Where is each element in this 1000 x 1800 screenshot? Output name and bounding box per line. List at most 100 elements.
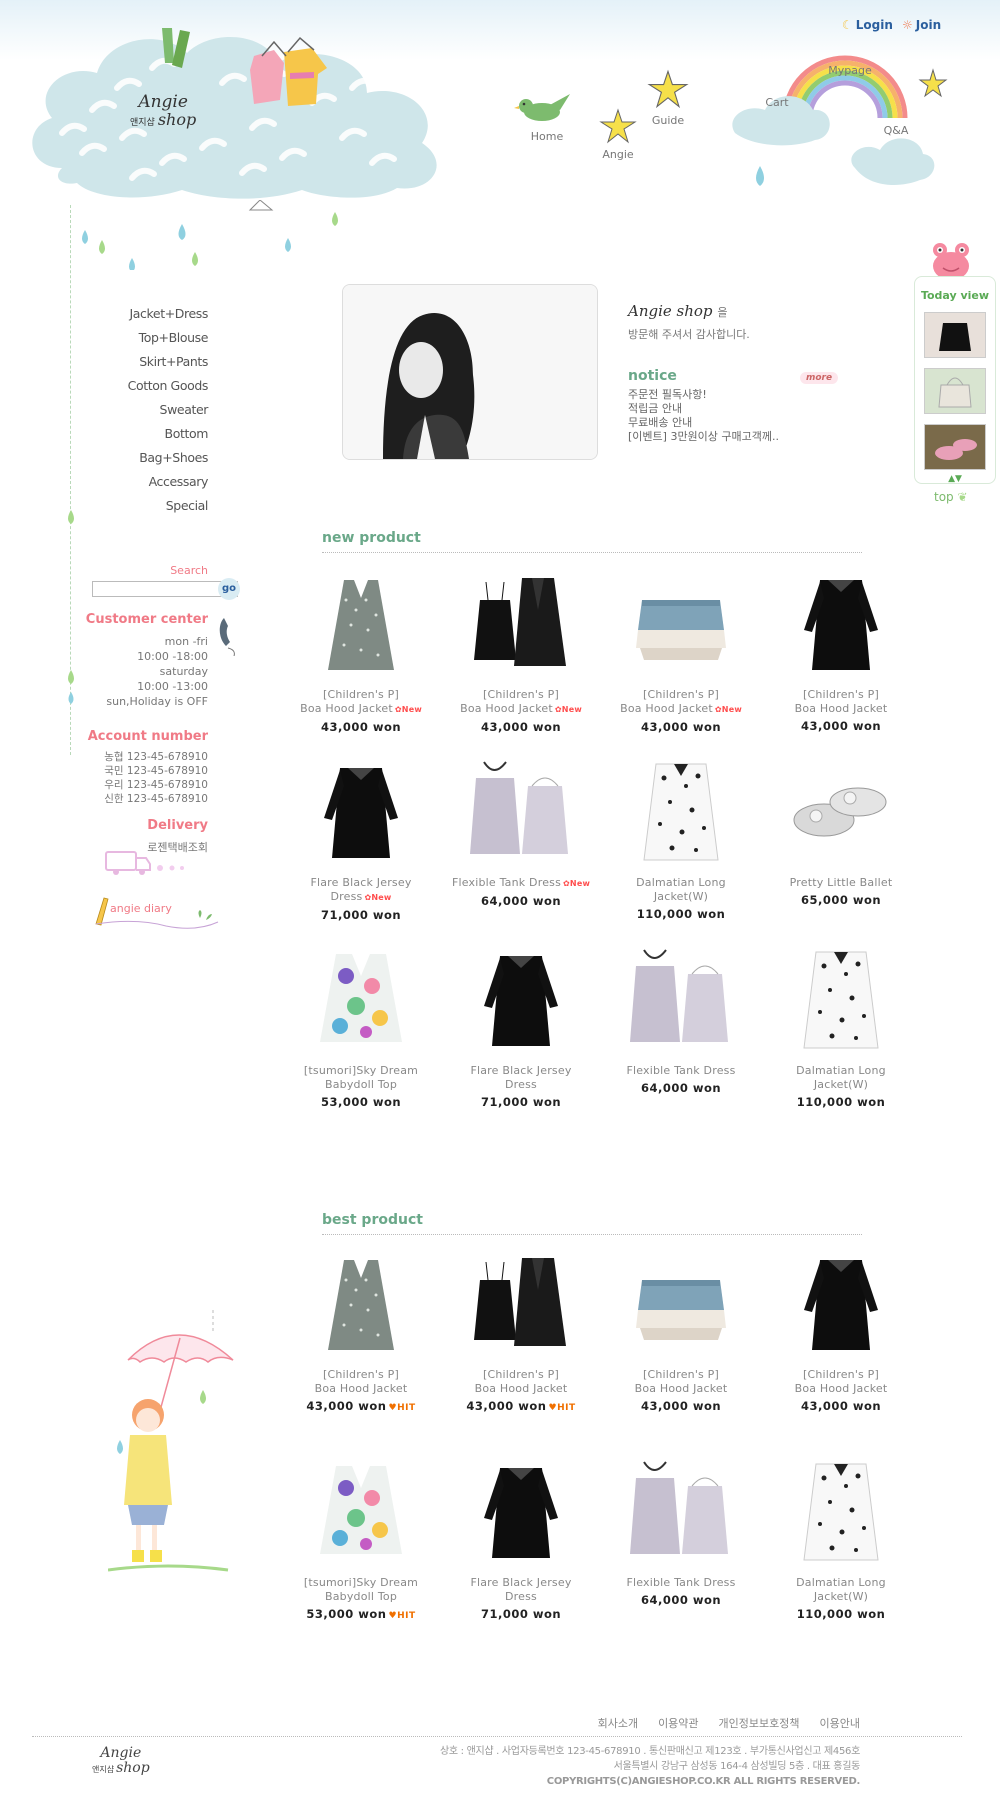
today-view-thumb[interactable] — [924, 312, 986, 358]
product-image[interactable] — [306, 1250, 416, 1360]
product-card[interactable]: [Children's P] Boa Hood Jacket 43,000 won — [762, 1250, 920, 1413]
nav-cart[interactable]: Cart — [757, 96, 797, 109]
product-name[interactable]: [Children's P] Boa Hood Jacket — [282, 1368, 440, 1396]
product-price-value: 110,000 won — [796, 1095, 886, 1109]
category-bag-shoes[interactable]: Bag+Shoes — [80, 446, 208, 470]
product-name[interactable]: [Children's P] Boa Hood Jacket — [602, 1368, 760, 1396]
product-image[interactable] — [306, 758, 416, 868]
product-image[interactable] — [466, 1250, 576, 1360]
notice-item[interactable]: 주문전 필독사항! — [628, 388, 779, 402]
product-image[interactable] — [786, 1458, 896, 1568]
new-badge: ✿New — [563, 879, 591, 888]
product-card[interactable]: [Children's P] Boa Hood Jacket 43,000 won ♥… — [442, 1250, 600, 1413]
product-name[interactable]: [tsumori]Sky Dream Babydoll Top — [282, 1064, 440, 1092]
product-image[interactable] — [786, 946, 896, 1056]
notice-more-button[interactable]: more — [800, 372, 839, 384]
today-view-scroll-arrows[interactable]: ▲▼ — [915, 474, 995, 484]
product-image[interactable] — [786, 758, 896, 868]
product-name[interactable]: Dalmatian Long Jacket(W) — [762, 1576, 920, 1604]
category-special[interactable]: Special — [80, 494, 209, 518]
product-card[interactable]: [Children's P] Boa Hood Jacket 43,000 won ♥… — [282, 1250, 440, 1413]
category-bottom[interactable]: Bottom — [80, 422, 209, 446]
product-image[interactable] — [306, 1458, 416, 1568]
product-image[interactable] — [626, 946, 736, 1056]
product-price: 64,000 won — [602, 1081, 760, 1095]
product-image[interactable] — [626, 1458, 736, 1568]
product-image[interactable] — [626, 1250, 736, 1360]
product-card[interactable]: Flexible Tank Dress ✿New 64,000 won — [442, 758, 600, 908]
product-image[interactable] — [626, 758, 736, 868]
search-go-button[interactable]: go — [218, 578, 240, 600]
product-name[interactable]: [Children's P] Boa Hood Jacket — [762, 688, 920, 716]
today-view-thumb[interactable] — [924, 424, 986, 470]
product-card[interactable]: Flare Black Jersey Dress ✿New 71,000 won — [282, 758, 440, 922]
product-image[interactable] — [786, 570, 896, 680]
category-skirt-pants[interactable]: Skirt+Pants — [80, 350, 208, 374]
nav-qna[interactable]: Q&A — [876, 124, 916, 137]
product-image[interactable] — [626, 570, 736, 680]
product-name[interactable]: [Children's P] Boa Hood Jacket ✿New — [442, 688, 600, 717]
search-input[interactable] — [92, 581, 238, 597]
product-name[interactable]: [tsumori]Sky Dream Babydoll Top — [282, 1576, 440, 1604]
product-name[interactable]: Dalmatian Long Jacket(W) — [602, 876, 760, 904]
product-image[interactable] — [306, 570, 416, 680]
product-card[interactable]: Flexible Tank Dress 64,000 won — [602, 1458, 760, 1607]
nav-home[interactable]: Home — [512, 92, 582, 143]
product-card[interactable]: Flare Black Jersey Dress 71,000 won — [442, 1458, 600, 1621]
nav-angie[interactable]: Angie — [598, 108, 638, 161]
product-card[interactable]: [Children's P] Boa Hood Jacket ✿New 43,000 … — [602, 570, 760, 734]
back-to-top-link[interactable]: top ❦ — [934, 490, 968, 504]
product-name[interactable]: [Children's P] Boa Hood Jacket — [442, 1368, 600, 1396]
product-card[interactable]: Flexible Tank Dress 64,000 won — [602, 946, 760, 1095]
product-name[interactable]: Flexible Tank Dress ✿New — [442, 876, 600, 891]
product-card[interactable]: [Children's P] Boa Hood Jacket ✿New 43,000 … — [442, 570, 600, 734]
nav-mypage[interactable]: Mypage — [820, 64, 880, 77]
notice-item[interactable]: [이벤트] 3만원이상 구매고객께.. — [628, 430, 779, 444]
angie-diary-link[interactable]: angie diary — [92, 890, 222, 930]
nav-guide[interactable]: Guide — [646, 68, 690, 127]
product-name[interactable]: Flexible Tank Dress — [602, 1576, 760, 1590]
product-card[interactable]: [Children's P] Boa Hood Jacket 43,000 won — [762, 570, 920, 733]
footer-link-privacy[interactable]: 개인정보보호정책 — [719, 1715, 800, 1731]
category-top-blouse[interactable]: Top+Blouse — [80, 326, 209, 350]
product-image[interactable] — [466, 570, 576, 680]
product-image[interactable] — [466, 758, 576, 868]
product-card[interactable]: [Children's P] Boa Hood Jacket ✿New 43,000 … — [282, 570, 440, 734]
notice-item[interactable]: 적립금 안내 — [628, 402, 779, 416]
product-card[interactable]: [tsumori]Sky Dream Babydoll Top 53,000 won… — [282, 1458, 440, 1621]
footer-link-company[interactable]: 회사소개 — [598, 1715, 638, 1731]
product-card[interactable]: [tsumori]Sky Dream Babydoll Top 53,000 won — [282, 946, 440, 1109]
product-card[interactable]: Dalmatian Long Jacket(W) 110,000 won — [602, 758, 760, 921]
site-logo[interactable]: Angie 앤지샵 shop — [130, 93, 196, 129]
product-image[interactable] — [786, 1250, 896, 1360]
product-name[interactable]: [Children's P] Boa Hood Jacket — [762, 1368, 920, 1396]
product-name[interactable]: Flare Black Jersey Dress — [442, 1064, 600, 1092]
product-name[interactable]: [Children's P] Boa Hood Jacket ✿New — [602, 688, 760, 717]
product-card[interactable]: [Children's P] Boa Hood Jacket 43,000 won — [602, 1250, 760, 1413]
login-link[interactable]: ☾ Login — [842, 18, 893, 32]
notice-item[interactable]: 무료배송 안내 — [628, 416, 779, 430]
product-card[interactable]: Pretty Little Ballet 65,000 won — [762, 758, 920, 907]
product-name[interactable]: Flare Black Jersey Dress ✿New — [282, 876, 440, 905]
product-card[interactable]: Dalmatian Long Jacket(W) 110,000 won — [762, 946, 920, 1109]
today-view-thumb[interactable] — [924, 368, 986, 414]
category-accessary[interactable]: Accessary — [80, 470, 209, 494]
product-image[interactable] — [466, 1458, 576, 1568]
footer-link-terms[interactable]: 이용약관 — [658, 1715, 698, 1731]
category-cotton-goods[interactable]: Cotton Goods — [80, 374, 209, 398]
category-jacket-dress[interactable]: Jacket+Dress — [80, 302, 209, 326]
product-price-value: 71,000 won — [320, 908, 402, 922]
product-price: 53,000 won ♥HIT — [282, 1607, 440, 1621]
product-card[interactable]: Dalmatian Long Jacket(W) 110,000 won — [762, 1458, 920, 1621]
product-image[interactable] — [306, 946, 416, 1056]
product-name[interactable]: Pretty Little Ballet — [762, 876, 920, 890]
footer-link-guide[interactable]: 이용안내 — [820, 1715, 860, 1731]
product-image[interactable] — [466, 946, 576, 1056]
category-sweater[interactable]: Sweater — [80, 398, 209, 422]
product-name[interactable]: Flexible Tank Dress — [602, 1064, 760, 1078]
join-link[interactable]: ☼ Join — [902, 18, 941, 32]
product-name[interactable]: [Children's P] Boa Hood Jacket ✿New — [282, 688, 440, 717]
product-name[interactable]: Flare Black Jersey Dress — [442, 1576, 600, 1604]
product-card[interactable]: Flare Black Jersey Dress 71,000 won — [442, 946, 600, 1109]
product-name[interactable]: Dalmatian Long Jacket(W) — [762, 1064, 920, 1092]
